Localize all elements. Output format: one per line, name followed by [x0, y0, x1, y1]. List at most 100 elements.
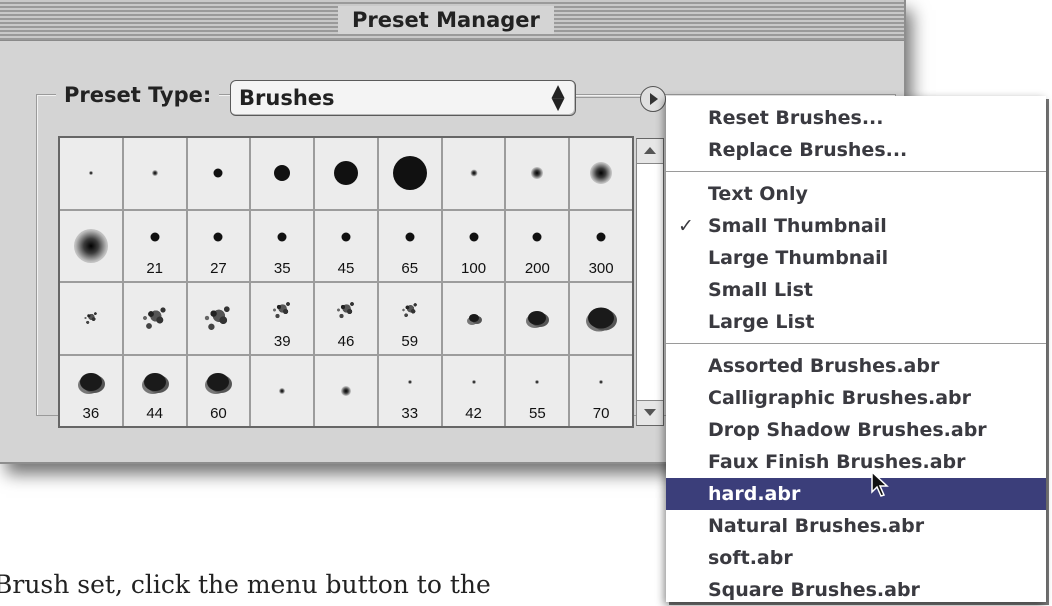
menu-item-label: Assorted Brushes.abr: [708, 355, 940, 377]
brush-cell[interactable]: 70: [570, 355, 632, 426]
menu-item-small-list[interactable]: Small List: [666, 274, 1046, 306]
menu-item-label: Small Thumbnail: [708, 215, 887, 237]
brush-tip-icon: [213, 232, 223, 242]
brush-size-label: 300: [588, 260, 614, 277]
brush-cell[interactable]: [187, 138, 250, 209]
preset-type-select[interactable]: Brushes ▲ ▼: [230, 80, 576, 116]
brush-cell[interactable]: 300: [570, 210, 632, 281]
mouse-pointer-icon: [871, 470, 889, 497]
brush-tip-icon: [470, 169, 478, 177]
brush-tip-icon: [588, 307, 615, 329]
menu-item-assorted-brushes-abr[interactable]: Assorted Brushes.abr: [666, 350, 1046, 382]
menu-item-square-brushes-abr[interactable]: Square Brushes.abr: [666, 574, 1046, 606]
brush-cell[interactable]: 21: [123, 210, 186, 281]
brush-size-label: 39: [273, 332, 291, 350]
brush-cell[interactable]: [251, 138, 314, 209]
brush-cell[interactable]: [570, 283, 632, 354]
brush-cell[interactable]: [60, 138, 122, 209]
menu-item-label: Large Thumbnail: [708, 247, 889, 269]
menu-item-text-only[interactable]: Text Only: [666, 178, 1046, 210]
menu-item-calligraphic-brushes-abr[interactable]: Calligraphic Brushes.abr: [666, 382, 1046, 414]
brush-size-label: 60: [210, 405, 227, 422]
brush-cell[interactable]: 100: [442, 210, 505, 281]
brush-size-label: 42: [465, 405, 482, 422]
brush-cell[interactable]: 33: [378, 355, 441, 426]
brush-cell[interactable]: 42: [442, 355, 505, 426]
brush-tip-icon: [279, 387, 286, 394]
menu-item-label: soft.abr: [708, 547, 793, 569]
brush-size-label: 36: [82, 405, 100, 422]
menu-item-reset-brushes[interactable]: Reset Brushes...: [666, 102, 1046, 134]
brush-size-label: 59: [401, 332, 419, 350]
brush-cell[interactable]: 39: [251, 283, 314, 354]
brush-tip-icon: [267, 294, 298, 325]
brush-cell[interactable]: 36: [60, 355, 122, 426]
menu-item-label: Drop Shadow Brushes.abr: [708, 419, 987, 441]
brush-tip-icon: [207, 373, 230, 392]
brush-tip-icon: [471, 380, 476, 385]
brush-cell[interactable]: [251, 355, 314, 426]
menu-item-label: Square Brushes.abr: [708, 579, 920, 601]
menu-separator: [666, 171, 1046, 172]
scroll-up-button[interactable]: [637, 139, 663, 164]
brush-tip-icon: [134, 298, 175, 339]
menu-item-small-thumbnail[interactable]: ✓ Small Thumbnail: [666, 210, 1046, 242]
brush-cell[interactable]: 55: [506, 355, 569, 426]
brush-cell[interactable]: [315, 355, 377, 426]
brush-cell[interactable]: 65: [378, 210, 441, 281]
down-arrow-icon: [644, 409, 656, 416]
brush-tip-icon: [143, 373, 166, 392]
group-divider: [576, 97, 640, 98]
menu-item-label: Replace Brushes...: [708, 139, 908, 161]
brush-tip-icon: [341, 232, 351, 242]
brush-size-label: 46: [337, 332, 355, 350]
brush-size-label: 55: [528, 405, 546, 422]
brush-cell[interactable]: 27: [187, 210, 250, 281]
brush-cell[interactable]: [60, 210, 122, 281]
title-bar[interactable]: Preset Manager: [0, 0, 904, 41]
brush-tip-icon: [407, 380, 412, 385]
brush-cell[interactable]: 200: [506, 210, 569, 281]
brush-tip-icon: [196, 296, 241, 341]
brush-cell[interactable]: [506, 138, 569, 209]
menu-item-label: hard.abr: [708, 483, 801, 505]
brush-tip-icon: [79, 307, 102, 330]
menu-item-replace-brushes[interactable]: Replace Brushes...: [666, 134, 1046, 166]
preset-menu: Reset Brushes... Replace Brushes... Text O…: [666, 96, 1046, 602]
brush-cell[interactable]: 35: [251, 210, 314, 281]
menu-button[interactable]: [640, 86, 666, 112]
menu-item-label: Text Only: [708, 183, 808, 205]
menu-item-drop-shadow-brushes-abr[interactable]: Drop Shadow Brushes.abr: [666, 414, 1046, 446]
window-title: Preset Manager: [338, 6, 554, 34]
menu-item-soft-abr[interactable]: soft.abr: [666, 542, 1046, 574]
brush-cell[interactable]: [570, 138, 632, 209]
brush-size-label: 35: [273, 260, 291, 277]
menu-item-hard-abr[interactable]: hard.abr: [666, 478, 1046, 510]
brush-cell[interactable]: [187, 283, 250, 354]
brush-size-label: 27: [210, 260, 227, 277]
menu-item-label: Large List: [708, 311, 815, 333]
brush-cell[interactable]: [315, 138, 377, 209]
brush-cell[interactable]: 44: [123, 355, 186, 426]
brush-cell[interactable]: [442, 138, 505, 209]
brush-size-label: 70: [592, 405, 610, 422]
scroll-down-button[interactable]: [637, 400, 663, 425]
brush-cell[interactable]: [442, 283, 505, 354]
brush-cell[interactable]: [123, 138, 186, 209]
brush-cell[interactable]: 59: [378, 283, 441, 354]
brush-cell[interactable]: 60: [187, 355, 250, 426]
brush-size-label: 100: [461, 260, 487, 277]
checkmark-icon: ✓: [678, 215, 694, 237]
brush-cell[interactable]: 46: [315, 283, 377, 354]
menu-item-natural-brushes-abr[interactable]: Natural Brushes.abr: [666, 510, 1046, 542]
brush-cell[interactable]: [378, 138, 441, 209]
menu-item-large-thumbnail[interactable]: Large Thumbnail: [666, 242, 1046, 274]
brush-cell[interactable]: [506, 283, 569, 354]
brush-cell[interactable]: [123, 283, 186, 354]
preset-type-value: Brushes: [239, 86, 335, 110]
menu-item-large-list[interactable]: Large List: [666, 306, 1046, 338]
brush-cell[interactable]: 45: [315, 210, 377, 281]
menu-item-faux-finish-brushes-abr[interactable]: Faux Finish Brushes.abr: [666, 446, 1046, 478]
grid-scrollbar[interactable]: [636, 138, 664, 426]
brush-cell[interactable]: [60, 283, 122, 354]
